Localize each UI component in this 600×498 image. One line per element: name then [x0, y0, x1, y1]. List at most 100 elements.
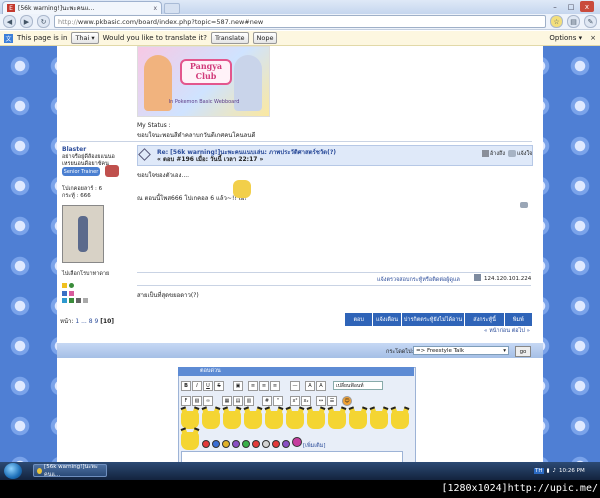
minimize-button[interactable]: –: [548, 1, 562, 12]
align-center-icon[interactable]: ≡: [259, 381, 269, 391]
pikachu-emoticon-icon[interactable]: [181, 432, 199, 450]
address-bar[interactable]: http:// www.pkbasic.com/board/index.php?…: [54, 15, 546, 28]
premierball-icon[interactable]: [262, 440, 270, 448]
table-icon[interactable]: ▦: [222, 396, 232, 406]
post-meta: « ตอบ #196 เมื่อ: วันนี้ เวลา 22:17 »: [157, 156, 264, 163]
mark-unread-button[interactable]: ปารกิตตระทู้ยังไม่ได้อาน: [401, 313, 466, 326]
infobar-question: Would you like to translate it?: [102, 34, 207, 42]
icq-icon[interactable]: [69, 298, 74, 303]
pikachu-emoticon-icon[interactable]: [349, 411, 367, 429]
pikachu-emoticon-icon[interactable]: [223, 411, 241, 429]
rank-badge: Senior Trainer: [62, 167, 100, 176]
masterball-icon[interactable]: [282, 440, 290, 448]
url-scheme: http://: [58, 17, 78, 26]
system-tray: TH ▮ ♪ 10:26 PM: [534, 463, 598, 478]
language-select[interactable]: Thai ▾: [71, 32, 99, 44]
masterball-icon[interactable]: [232, 440, 240, 448]
author-name[interactable]: Blaster: [62, 146, 86, 153]
forward-icon[interactable]: ▶: [20, 15, 33, 28]
greatball-icon[interactable]: [212, 440, 220, 448]
code-icon[interactable]: #: [262, 396, 272, 406]
star-icon[interactable]: ☆: [550, 15, 563, 28]
infobar-close-icon[interactable]: ×: [590, 34, 596, 42]
volume-icon[interactable]: ♪: [553, 468, 557, 474]
email-icon[interactable]: [76, 298, 81, 303]
profile-icon[interactable]: [69, 291, 74, 296]
more-emoticons-link[interactable]: [เพิ่มเติม]: [303, 442, 326, 450]
language-indicator[interactable]: TH: [534, 467, 544, 474]
prev-next-links[interactable]: « หน้าก่อน ต่อไป »: [484, 327, 530, 335]
jump-select[interactable]: => Freestyle Talk ▾: [413, 346, 509, 355]
font-face-icon[interactable]: A: [316, 381, 326, 391]
pokeball-icon[interactable]: [202, 440, 210, 448]
hr-icon[interactable]: —: [290, 381, 300, 391]
sub-icon[interactable]: x₂: [301, 396, 311, 406]
report-icon[interactable]: [508, 150, 516, 157]
ultraball-icon[interactable]: [222, 440, 230, 448]
pikachu-emoticon-icon[interactable]: [265, 411, 283, 429]
tab-close-icon[interactable]: x: [153, 5, 157, 12]
go-button[interactable]: go: [515, 346, 531, 357]
clock[interactable]: 10:26 PM: [559, 468, 585, 474]
quote-tag-icon[interactable]: ": [273, 396, 283, 406]
pikachu-emoticon-icon[interactable]: [244, 411, 262, 429]
report-link[interactable]: แจ้งใจ: [517, 150, 532, 158]
back-icon[interactable]: ◀: [3, 15, 16, 28]
new-tab-button[interactable]: [164, 3, 180, 14]
glow-icon[interactable]: ▣: [233, 381, 243, 391]
sup-icon[interactable]: x²: [290, 396, 300, 406]
maximize-button[interactable]: □: [564, 1, 578, 12]
image-icon[interactable]: ▧: [192, 396, 202, 406]
start-button[interactable]: [4, 463, 22, 479]
italic-icon[interactable]: I: [192, 381, 202, 391]
pikachu-emoticon-icon[interactable]: [391, 411, 409, 429]
font-size-icon[interactable]: A: [305, 381, 315, 391]
taskbar-browser-item[interactable]: [56k warning!]นะพะคนแ...: [33, 464, 107, 478]
notify-button[interactable]: แจ้งเตือน: [373, 313, 402, 326]
td-icon[interactable]: ▥: [244, 396, 254, 406]
flash-icon[interactable]: F: [181, 396, 191, 406]
wrench-icon[interactable]: ✎: [584, 15, 597, 28]
link-icon[interactable]: ∞: [203, 396, 213, 406]
strike-icon[interactable]: S: [214, 381, 224, 391]
nope-button[interactable]: Nope: [252, 32, 278, 44]
pm-icon[interactable]: [83, 298, 88, 303]
pikachu-emoticon-icon[interactable]: [286, 411, 304, 429]
pikachu-emoticon-icon[interactable]: [328, 411, 346, 429]
pikachu-emoticon-icon[interactable]: [202, 411, 220, 429]
pikachu-emoticon-icon[interactable]: [307, 411, 325, 429]
infobar-options[interactable]: Options ▾: [549, 34, 582, 42]
close-window-button[interactable]: x: [580, 1, 594, 12]
pikachu-emoticon-icon[interactable]: [181, 411, 199, 429]
pokeball-large-icon[interactable]: [292, 437, 302, 447]
msn-icon[interactable]: [62, 298, 67, 303]
quote-icon[interactable]: [482, 150, 489, 157]
send-topic-button[interactable]: ส่งกระทู้นี้: [465, 313, 505, 326]
modify-icon[interactable]: [520, 202, 528, 208]
website-icon[interactable]: [62, 291, 67, 296]
report-to-moderator-link[interactable]: แจ้งตรวจสอบกระทู้หรือติดต่อผู้ดูแล: [377, 276, 460, 284]
pikachu-emoticon-icon[interactable]: [370, 411, 388, 429]
translate-button[interactable]: Translate: [211, 32, 249, 44]
network-icon[interactable]: ▮: [547, 468, 550, 474]
browser-tab[interactable]: E [56k warning!]นะพะคนแ... x: [2, 1, 162, 14]
bold-icon[interactable]: B: [181, 381, 191, 391]
align-right-icon[interactable]: ≡: [270, 381, 280, 391]
reload-icon[interactable]: ↻: [37, 15, 50, 28]
tr-icon[interactable]: ▤: [233, 396, 243, 406]
print-button[interactable]: พิมพ์: [504, 313, 533, 326]
safariball-icon[interactable]: [242, 440, 250, 448]
reply-button[interactable]: ตอบ: [345, 313, 374, 326]
pokeball-icon[interactable]: [272, 440, 280, 448]
quote-link[interactable]: อ้างถึง: [490, 150, 505, 158]
pokeball-icon[interactable]: [252, 440, 260, 448]
list-icon[interactable]: ☰: [327, 396, 337, 406]
banner-subtitle: In Pokemon Basic Webboard: [168, 99, 240, 105]
underline-icon[interactable]: U: [203, 381, 213, 391]
align-left-icon[interactable]: ≡: [248, 381, 258, 391]
font-select[interactable]: เปลี่ยนฟ้อนท์: [333, 381, 383, 390]
emoticon-icon[interactable]: ☺: [342, 396, 352, 406]
pagination-pages[interactable]: 1 ... 8 9: [75, 318, 98, 325]
page-menu-icon[interactable]: ▤: [567, 15, 580, 28]
move-icon[interactable]: ↔: [316, 396, 326, 406]
